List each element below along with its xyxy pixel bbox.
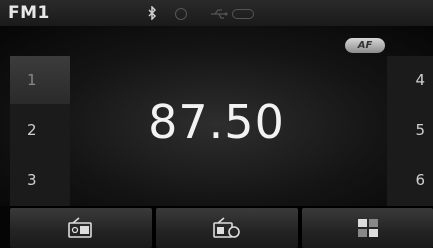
preset-button-6[interactable]: 6 — [387, 156, 433, 204]
grid-menu-icon — [357, 219, 378, 237]
band-label: FM1 — [8, 3, 50, 23]
ipod-icon — [232, 9, 254, 19]
radio-menu-icon — [213, 217, 240, 238]
bottom-bar — [10, 206, 433, 248]
frequency-display: 87.50 — [148, 95, 285, 149]
af-badge[interactable]: AF — [345, 38, 385, 53]
preset-button-3[interactable]: 3 — [10, 156, 70, 204]
radio-menu-button[interactable] — [156, 208, 298, 248]
radio-screen: FM1 AF 1 2 3 4 5 6 87.50 — [0, 0, 433, 248]
disc-icon — [175, 8, 187, 20]
grid-menu-button[interactable] — [302, 208, 433, 248]
radio-band-icon — [68, 217, 92, 238]
bluetooth-icon — [148, 6, 157, 20]
status-bar: FM1 — [0, 0, 433, 26]
radio-band-button[interactable] — [10, 208, 152, 248]
usb-icon — [211, 9, 228, 19]
